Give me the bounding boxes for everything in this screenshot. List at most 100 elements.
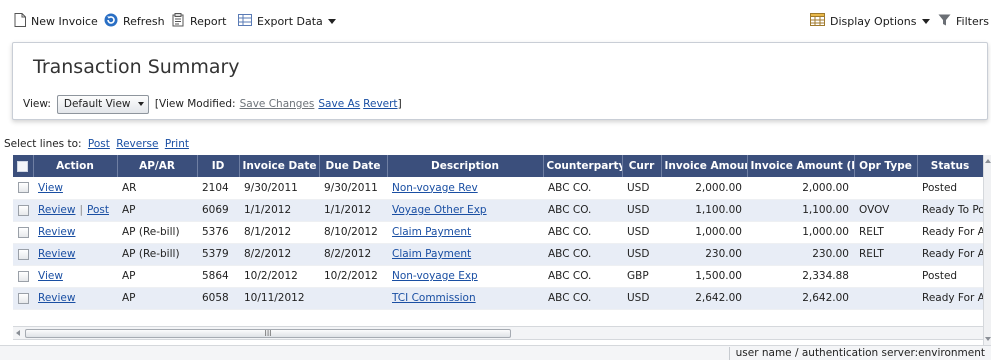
invoice-amount-cell: 2,642.00 [661, 287, 747, 310]
row-select-cell [13, 199, 33, 222]
refresh-button[interactable]: Refresh [104, 12, 165, 30]
apar-cell: AR [117, 177, 197, 200]
status-cell: Ready For Ap [917, 287, 983, 310]
description-link[interactable]: Voyage Other Exp [392, 204, 487, 216]
invoice-date-cell: 8/2/2012 [239, 243, 319, 266]
table-row[interactable]: View AR 2104 9/30/2011 9/30/2011 Non-voy… [13, 177, 983, 200]
due-date-cell: 1/1/2012 [319, 199, 387, 222]
column-header-action[interactable]: Action [33, 155, 118, 177]
description-cell: TCI Commission [387, 287, 543, 310]
table-row[interactable]: View AP 5864 10/2/2012 10/2/2012 Non-voy… [13, 265, 983, 288]
transactions-table: Action AP/AR ID Invoice Date Due Date De… [13, 155, 984, 310]
revert-link[interactable]: Revert [363, 98, 397, 110]
description-link[interactable]: Claim Payment [392, 226, 471, 238]
scroll-left-icon[interactable] [16, 330, 20, 336]
row-select-cell [13, 265, 33, 288]
view-modified-close: ] [397, 98, 402, 110]
table-row[interactable]: Review AP 6058 10/11/2012 TCI Commission… [13, 287, 983, 310]
description-link[interactable]: TCI Commission [392, 292, 476, 304]
description-link[interactable]: Claim Payment [392, 248, 471, 260]
select-all-header[interactable] [13, 155, 34, 177]
filter-icon [938, 14, 951, 29]
row-checkbox[interactable] [18, 248, 29, 260]
filters-label: Filters [956, 14, 989, 28]
action-cell: Review [33, 243, 117, 266]
due-date-cell: 8/10/2012 [319, 221, 387, 244]
apar-cell: AP [117, 199, 197, 222]
id-cell: 2104 [197, 177, 239, 200]
counterparty-cell: ABC CO. [543, 221, 622, 244]
action-link-post[interactable]: Post [87, 204, 109, 216]
column-header-invoice-amount-base[interactable]: Invoice Amount (Base) [747, 155, 855, 177]
table-row[interactable]: Review AP (Re-bill) 5379 8/2/2012 8/2/20… [13, 243, 983, 266]
view-select[interactable]: Default View [56, 94, 149, 114]
action-link-primary[interactable]: Review [38, 226, 75, 238]
action-link-primary[interactable]: View [38, 182, 63, 194]
post-link[interactable]: Post [88, 138, 110, 150]
column-header-id[interactable]: ID [197, 155, 240, 177]
opr-type-cell [854, 265, 917, 288]
save-changes-link[interactable]: Save Changes [240, 98, 315, 110]
row-checkbox[interactable] [18, 204, 29, 216]
row-checkbox[interactable] [18, 226, 29, 238]
currency-cell: GBP [622, 265, 661, 288]
table-row[interactable]: Review | Post AP 6069 1/1/2012 1/1/2012 Vo… [13, 199, 983, 222]
horizontal-scrollbar[interactable]: III [13, 326, 983, 340]
horizontal-scroll-thumb[interactable]: III [25, 329, 511, 338]
column-header-invoice-amount[interactable]: Invoice Amount [661, 155, 748, 177]
action-cell: Review | Post [33, 199, 117, 222]
table-row[interactable]: Review AP (Re-bill) 5376 8/1/2012 8/10/2… [13, 221, 983, 244]
new-invoice-button[interactable]: New Invoice [14, 12, 98, 30]
scroll-up-icon[interactable] [985, 159, 991, 163]
action-link-primary[interactable]: Review [38, 248, 75, 260]
row-checkbox[interactable] [18, 270, 29, 282]
column-header-invoice-date[interactable]: Invoice Date [239, 155, 320, 177]
due-date-cell: 8/2/2012 [319, 243, 387, 266]
apar-cell: AP [117, 265, 197, 288]
invoice-amount-cell: 1,100.00 [661, 199, 747, 222]
column-header-due-date[interactable]: Due Date [319, 155, 388, 177]
scroll-down-icon[interactable] [985, 337, 991, 341]
filters-button[interactable]: Filters [938, 12, 989, 30]
column-header-status[interactable]: Status [917, 155, 984, 177]
column-header-apar[interactable]: AP/AR [117, 155, 198, 177]
currency-cell: USD [622, 177, 661, 200]
row-select-cell [13, 287, 33, 310]
action-link-primary[interactable]: View [38, 270, 63, 282]
status-cell: Posted [917, 177, 983, 200]
print-link[interactable]: Print [165, 138, 189, 150]
row-checkbox[interactable] [18, 182, 29, 194]
currency-cell: USD [622, 221, 661, 244]
description-cell: Voyage Other Exp [387, 199, 543, 222]
row-select-cell [13, 243, 33, 266]
report-button[interactable]: Report [172, 12, 226, 30]
row-checkbox[interactable] [18, 292, 29, 304]
select-lines-label: Select lines to: [4, 138, 82, 150]
table-header: Action AP/AR ID Invoice Date Due Date De… [13, 155, 984, 177]
vertical-scrollbar[interactable] [983, 155, 991, 345]
invoice-date-cell: 1/1/2012 [239, 199, 319, 222]
description-link[interactable]: Non-voyage Exp [392, 270, 478, 282]
save-as-link[interactable]: Save As [318, 98, 360, 110]
toolbar: New Invoice Refresh Report Export Data D… [0, 0, 991, 40]
action-link-primary[interactable]: Review [38, 204, 75, 216]
select-all-checkbox[interactable] [17, 160, 29, 172]
column-header-description[interactable]: Description [387, 155, 544, 177]
display-options-button[interactable]: Display Options [810, 12, 930, 30]
display-options-label: Display Options [830, 14, 917, 28]
action-link-primary[interactable]: Review [38, 292, 75, 304]
opr-type-cell: RELT [854, 243, 917, 266]
invoice-amount-base-cell: 1,000.00 [747, 221, 854, 244]
column-header-opr-type[interactable]: Opr Type [854, 155, 918, 177]
export-data-button[interactable]: Export Data [238, 12, 336, 30]
opr-type-cell: RELT [854, 221, 917, 244]
column-header-counterparty[interactable]: Counterparty [543, 155, 623, 177]
status-cell: Posted [917, 265, 983, 288]
description-link[interactable]: Non-voyage Rev [392, 182, 478, 194]
reverse-link[interactable]: Reverse [116, 138, 158, 150]
opr-type-cell [854, 287, 917, 310]
column-header-curr[interactable]: Curr [622, 155, 662, 177]
row-select-cell [13, 177, 33, 200]
counterparty-cell: ABC CO. [543, 243, 622, 266]
action-separator: | [79, 204, 84, 216]
